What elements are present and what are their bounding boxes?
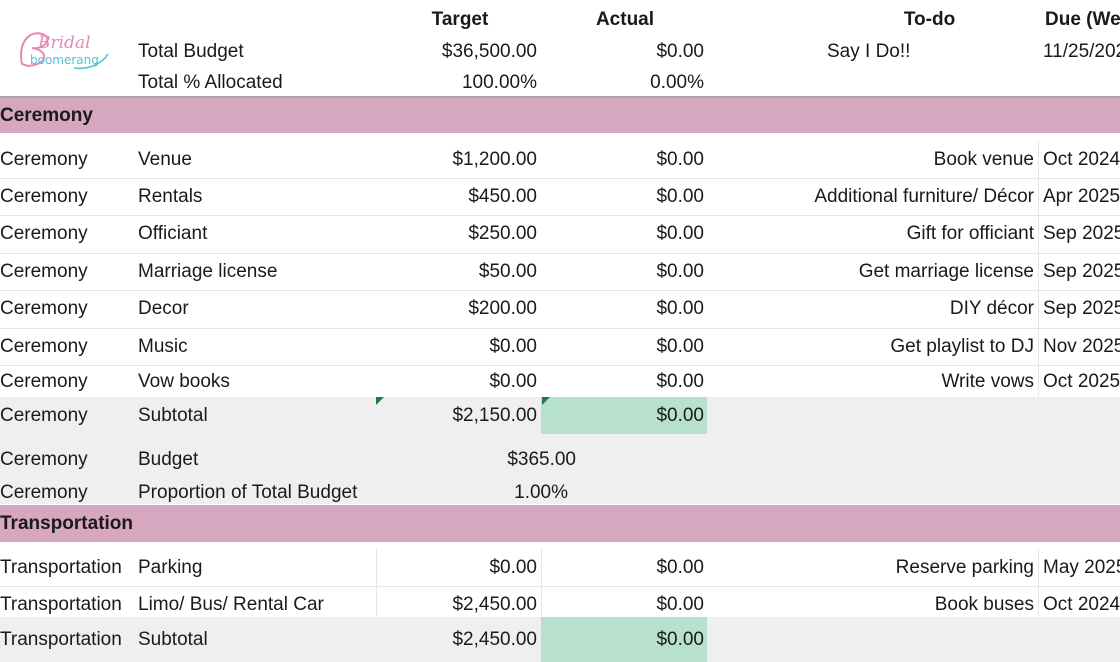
actual-cell[interactable]: $0.00 bbox=[545, 290, 704, 328]
ceremony-section-title: Ceremony bbox=[0, 104, 93, 126]
item-cell[interactable]: Marriage license bbox=[138, 253, 378, 290]
total-budget-todo[interactable]: Say I Do!! bbox=[827, 36, 1027, 68]
transportation-section-header[interactable]: Transportation bbox=[0, 505, 1120, 542]
target-cell[interactable]: $200.00 bbox=[380, 290, 537, 328]
target-cell[interactable]: $0.00 bbox=[380, 365, 537, 398]
due-cell[interactable]: Sep 2025 bbox=[1038, 290, 1120, 328]
item-cell[interactable]: Decor bbox=[138, 290, 378, 328]
table-row: Transportation Parking $0.00 $0.00 Reser… bbox=[0, 549, 1120, 587]
category-cell[interactable]: Ceremony bbox=[0, 215, 130, 253]
header-title-row: Target Actual To-do Due (We bbox=[0, 4, 1120, 36]
category-cell[interactable]: Transportation bbox=[0, 617, 134, 662]
category-cell[interactable]: Ceremony bbox=[0, 290, 130, 328]
category-cell[interactable]: Ceremony bbox=[0, 328, 130, 365]
table-row: Ceremony Music $0.00 $0.00 Get playlist … bbox=[0, 328, 1120, 366]
ceremony-section-header[interactable]: Ceremony bbox=[0, 98, 1120, 133]
due-cell[interactable]: Oct 2024 bbox=[1038, 141, 1120, 178]
table-row: Ceremony Rentals $450.00 $0.00 Additiona… bbox=[0, 178, 1120, 216]
item-cell[interactable]: Rentals bbox=[138, 178, 378, 215]
col-header-due[interactable]: Due (We bbox=[1045, 4, 1120, 36]
ceremony-budget-row: Ceremony Budget $365.00 bbox=[0, 442, 1120, 478]
item-cell[interactable]: Venue bbox=[138, 141, 378, 178]
actual-cell[interactable]: $0.00 bbox=[545, 365, 704, 398]
table-row: Ceremony Vow books $0.00 $0.00 Write vow… bbox=[0, 365, 1120, 398]
todo-cell[interactable]: DIY décor bbox=[710, 290, 1034, 328]
total-allocated-label[interactable]: Total % Allocated bbox=[138, 68, 378, 98]
item-cell[interactable]: Music bbox=[138, 328, 378, 365]
budget-label[interactable]: Budget bbox=[138, 442, 378, 478]
total-budget-label[interactable]: Total Budget bbox=[138, 36, 378, 68]
todo-cell[interactable]: Get playlist to DJ bbox=[710, 328, 1034, 365]
todo-cell[interactable]: Book venue bbox=[710, 141, 1034, 178]
due-cell[interactable]: Nov 2025 bbox=[1038, 328, 1120, 365]
table-row: Ceremony Officiant $250.00 $0.00 Gift fo… bbox=[0, 215, 1120, 254]
target-cell[interactable]: $0.00 bbox=[376, 549, 537, 586]
ceremony-subtotal-row: Ceremony Subtotal $2,150.00 $0.00 bbox=[0, 397, 1120, 434]
due-cell[interactable]: May 2025 bbox=[1038, 549, 1120, 586]
actual-cell[interactable]: $0.00 bbox=[545, 215, 704, 253]
total-budget-due[interactable]: 11/25/202 bbox=[1043, 36, 1120, 68]
comment-indicator-icon[interactable] bbox=[542, 397, 550, 405]
total-allocated-target[interactable]: 100.00% bbox=[380, 68, 537, 98]
total-budget-target[interactable]: $36,500.00 bbox=[380, 36, 537, 68]
col-header-todo[interactable]: To-do bbox=[710, 4, 1035, 36]
due-cell[interactable]: Oct 2025 bbox=[1038, 365, 1120, 398]
category-cell[interactable]: Transportation bbox=[0, 549, 134, 586]
category-cell[interactable]: Ceremony bbox=[0, 178, 130, 215]
target-cell[interactable]: $50.00 bbox=[380, 253, 537, 290]
subtotal-actual[interactable]: $0.00 bbox=[541, 617, 707, 662]
subtotal-actual[interactable]: $0.00 bbox=[541, 397, 707, 434]
item-cell[interactable]: Officiant bbox=[138, 215, 378, 253]
category-cell[interactable]: Ceremony bbox=[0, 365, 130, 398]
category-cell[interactable]: Ceremony bbox=[0, 397, 130, 434]
total-allocated-actual[interactable]: 0.00% bbox=[545, 68, 704, 98]
total-allocated-row: Total % Allocated 100.00% 0.00% bbox=[0, 68, 1120, 98]
target-cell[interactable]: $250.00 bbox=[380, 215, 537, 253]
subtotal-label[interactable]: Subtotal bbox=[138, 397, 378, 434]
transportation-subtotal-row: Transportation Subtotal $2,450.00 $0.00 bbox=[0, 617, 1120, 662]
actual-cell[interactable]: $0.00 bbox=[545, 253, 704, 290]
category-cell[interactable]: Ceremony bbox=[0, 442, 130, 478]
target-cell[interactable]: $450.00 bbox=[380, 178, 537, 215]
actual-cell[interactable]: $0.00 bbox=[545, 328, 704, 365]
category-cell[interactable]: Ceremony bbox=[0, 253, 130, 290]
table-row: Ceremony Marriage license $50.00 $0.00 G… bbox=[0, 253, 1120, 291]
due-cell[interactable]: Sep 2025 bbox=[1038, 253, 1120, 290]
due-cell[interactable]: Sep 2025 bbox=[1038, 215, 1120, 253]
col-header-target[interactable]: Target bbox=[380, 4, 540, 36]
todo-cell[interactable]: Gift for officiant bbox=[710, 215, 1034, 253]
todo-cell[interactable]: Additional furniture/ Décor bbox=[710, 178, 1034, 215]
due-cell[interactable]: Apr 2025 bbox=[1038, 178, 1120, 215]
col-header-actual[interactable]: Actual bbox=[545, 4, 705, 36]
actual-cell[interactable]: $0.00 bbox=[545, 141, 704, 178]
total-budget-actual[interactable]: $0.00 bbox=[545, 36, 704, 68]
target-cell[interactable]: $1,200.00 bbox=[380, 141, 537, 178]
item-cell[interactable]: Vow books bbox=[138, 365, 378, 398]
subtotal-target[interactable]: $2,150.00 bbox=[380, 397, 537, 434]
todo-cell[interactable]: Get marriage license bbox=[710, 253, 1034, 290]
col-header-todo-label: To-do bbox=[903, 9, 956, 30]
actual-cell[interactable]: $0.00 bbox=[541, 549, 704, 586]
subtotal-target[interactable]: $2,450.00 bbox=[376, 617, 537, 662]
table-row: Ceremony Venue $1,200.00 $0.00 Book venu… bbox=[0, 141, 1120, 179]
category-cell[interactable]: Ceremony bbox=[0, 141, 130, 178]
todo-cell[interactable]: Reserve parking bbox=[710, 549, 1034, 586]
actual-cell[interactable]: $0.00 bbox=[545, 178, 704, 215]
target-cell[interactable]: $0.00 bbox=[380, 328, 537, 365]
total-budget-row: Total Budget $36,500.00 $0.00 Say I Do!!… bbox=[0, 36, 1120, 68]
transportation-section-title: Transportation bbox=[0, 512, 134, 534]
todo-cell[interactable]: Write vows bbox=[710, 365, 1034, 398]
item-cell[interactable]: Parking bbox=[138, 549, 374, 586]
budget-spreadsheet: Target Actual To-do Due (We Bridal boome… bbox=[0, 0, 1120, 662]
budget-value[interactable]: $365.00 bbox=[380, 442, 576, 478]
subtotal-label[interactable]: Subtotal bbox=[138, 617, 374, 662]
table-row: Ceremony Decor $200.00 $0.00 DIY décor S… bbox=[0, 290, 1120, 329]
